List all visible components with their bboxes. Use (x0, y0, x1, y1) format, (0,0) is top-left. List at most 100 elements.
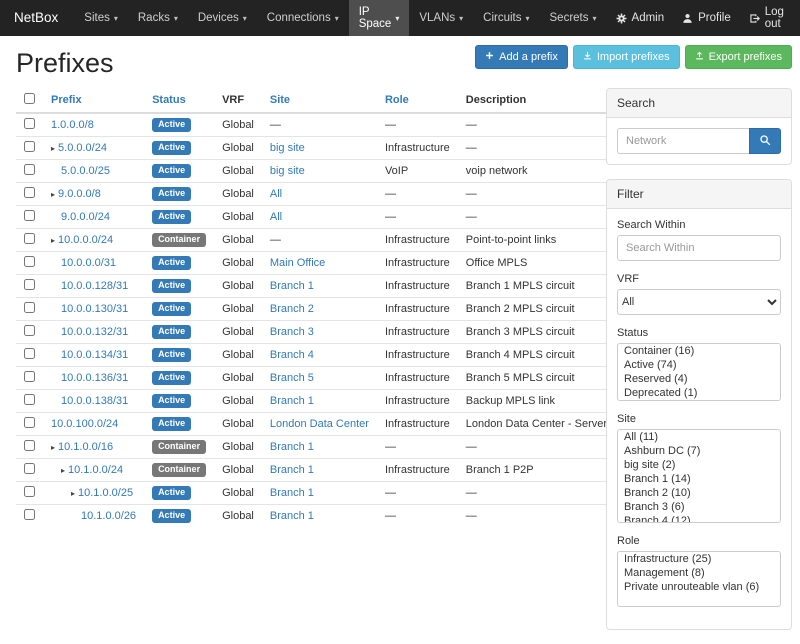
listbox-option[interactable]: Container (16) (618, 344, 780, 358)
site-link[interactable]: Main Office (270, 257, 325, 269)
nav-item-devices[interactable]: Devices ▾ (188, 0, 257, 36)
prefix-link[interactable]: 10.0.0.0/24 (58, 234, 113, 246)
listbox-option[interactable]: Management (8) (618, 566, 780, 580)
add-prefix-button[interactable]: Add a prefix (475, 45, 568, 69)
site-link[interactable]: big site (270, 142, 305, 154)
prefix-link[interactable]: 10.1.0.0/24 (68, 464, 123, 476)
prefix-link[interactable]: 10.1.0.0/25 (78, 487, 133, 499)
nav-item-vlans[interactable]: VLANs ▾ (409, 0, 473, 36)
prefix-link[interactable]: 10.1.0.0/26 (81, 510, 136, 522)
status-listbox[interactable]: Container (16)Active (74)Reserved (4)Dep… (617, 343, 781, 401)
prefix-link[interactable]: 10.0.0.134/31 (61, 349, 128, 361)
listbox-option[interactable]: Reserved (4) (618, 372, 780, 386)
listbox-option[interactable]: Branch 2 (10) (618, 486, 780, 500)
role-value: Infrastructure (377, 137, 458, 160)
row-checkbox[interactable] (24, 463, 35, 474)
navbar-brand[interactable]: NetBox (14, 0, 58, 36)
site-link[interactable]: Branch 1 (270, 441, 314, 453)
vrf-select[interactable]: All (617, 289, 781, 315)
row-checkbox[interactable] (24, 233, 35, 244)
prefix-link[interactable]: 10.0.0.138/31 (61, 395, 128, 407)
column-header-status[interactable]: Status (152, 94, 186, 106)
nav-item-circuits[interactable]: Circuits ▾ (473, 0, 539, 36)
row-checkbox[interactable] (24, 417, 35, 428)
site-link[interactable]: Branch 4 (270, 349, 314, 361)
listbox-option[interactable]: All (11) (618, 430, 780, 444)
prefix-link[interactable]: 10.0.0.0/31 (61, 257, 116, 269)
prefix-link[interactable]: 10.0.0.128/31 (61, 280, 128, 292)
prefix-link[interactable]: 10.0.0.132/31 (61, 326, 128, 338)
site-link[interactable]: Branch 5 (270, 372, 314, 384)
column-header-site[interactable]: Site (270, 94, 290, 106)
nav-item-sites[interactable]: Sites ▾ (74, 0, 128, 36)
site-link[interactable]: big site (270, 165, 305, 177)
site-link[interactable]: Branch 1 (270, 395, 314, 407)
site-listbox[interactable]: All (11)Ashburn DC (7)big site (2)Branch… (617, 429, 781, 523)
status-badge: Active (152, 509, 191, 523)
role-value: Infrastructure (377, 367, 458, 390)
row-checkbox[interactable] (24, 440, 35, 451)
row-checkbox[interactable] (24, 256, 35, 267)
row-checkbox[interactable] (24, 302, 35, 313)
listbox-option[interactable]: Branch 4 (12) (618, 514, 780, 523)
nav-item-racks[interactable]: Racks ▾ (128, 0, 188, 36)
row-checkbox[interactable] (24, 394, 35, 405)
listbox-option[interactable]: Active (74) (618, 358, 780, 372)
prefix-link[interactable]: 9.0.0.0/24 (61, 211, 110, 223)
site-link[interactable]: Branch 3 (270, 326, 314, 338)
nav-item-secrets[interactable]: Secrets ▾ (540, 0, 607, 36)
prefix-link[interactable]: 10.0.0.130/31 (61, 303, 128, 315)
site-link[interactable]: Branch 1 (270, 487, 314, 499)
row-checkbox[interactable] (24, 118, 35, 129)
column-header-prefix[interactable]: Prefix (51, 94, 82, 106)
listbox-option[interactable]: Branch 3 (6) (618, 500, 780, 514)
prefix-link[interactable]: 10.0.0.136/31 (61, 372, 128, 384)
search-button[interactable] (749, 128, 781, 154)
column-header-role[interactable]: Role (385, 94, 409, 106)
select-all-checkbox[interactable] (24, 93, 35, 104)
admin-link[interactable]: Admin (607, 12, 674, 24)
prefix-link[interactable]: 5.0.0.0/25 (61, 165, 110, 177)
role-listbox[interactable]: Infrastructure (25)Management (8)Private… (617, 551, 781, 607)
site-link[interactable]: Branch 2 (270, 303, 314, 315)
listbox-option[interactable]: Branch 1 (14) (618, 472, 780, 486)
role-value: Infrastructure (377, 390, 458, 413)
site-value: Branch 1 (262, 436, 377, 459)
row-checkbox[interactable] (24, 348, 35, 359)
site-link[interactable]: All (270, 188, 282, 200)
site-link[interactable]: Branch 1 (270, 464, 314, 476)
prefix-link[interactable]: 5.0.0.0/24 (58, 142, 107, 154)
listbox-option[interactable]: Private unrouteable vlan (6) (618, 580, 780, 594)
page-actions: Add a prefix Import prefixes Export pref… (475, 45, 792, 69)
row-checkbox[interactable] (24, 371, 35, 382)
site-link[interactable]: Branch 1 (270, 280, 314, 292)
site-link[interactable]: London Data Center (270, 418, 369, 430)
status-badge: Active (152, 256, 191, 270)
listbox-option[interactable]: big site (2) (618, 458, 780, 472)
prefix-link[interactable]: 1.0.0.0/8 (51, 119, 94, 131)
logout-link[interactable]: Log out (740, 6, 793, 30)
export-icon (695, 51, 704, 63)
row-checkbox[interactable] (24, 164, 35, 175)
nav-item-ip-space[interactable]: IP Space ▾ (349, 0, 410, 36)
row-checkbox[interactable] (24, 187, 35, 198)
site-link[interactable]: All (270, 211, 282, 223)
import-prefixes-button[interactable]: Import prefixes (573, 45, 680, 69)
search-input[interactable] (617, 128, 749, 154)
nav-item-connections[interactable]: Connections ▾ (257, 0, 349, 36)
row-checkbox[interactable] (24, 486, 35, 497)
row-checkbox[interactable] (24, 141, 35, 152)
search-within-input[interactable] (617, 235, 781, 261)
row-checkbox[interactable] (24, 325, 35, 336)
row-checkbox[interactable] (24, 279, 35, 290)
listbox-option[interactable]: Deprecated (1) (618, 386, 780, 400)
listbox-option[interactable]: Infrastructure (25) (618, 552, 780, 566)
listbox-option[interactable]: Ashburn DC (7) (618, 444, 780, 458)
export-prefixes-button[interactable]: Export prefixes (685, 45, 792, 69)
prefix-link[interactable]: 10.1.0.0/16 (58, 441, 113, 453)
profile-link[interactable]: Profile (673, 12, 740, 24)
site-link[interactable]: Branch 1 (270, 510, 314, 522)
prefix-link[interactable]: 10.0.100.0/24 (51, 418, 118, 430)
row-checkbox[interactable] (24, 210, 35, 221)
prefix-link[interactable]: 9.0.0.0/8 (58, 188, 101, 200)
